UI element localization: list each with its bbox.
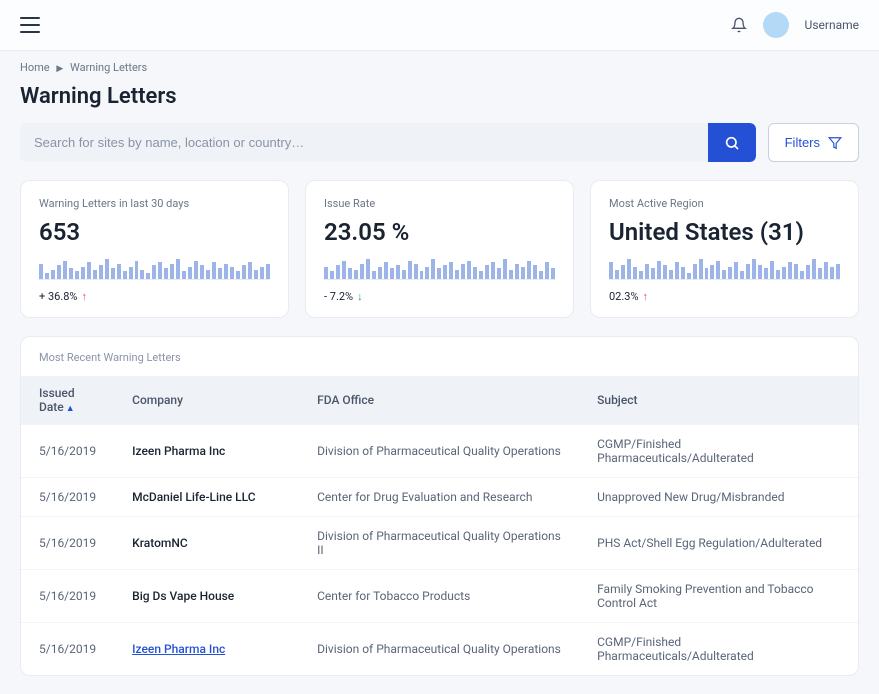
col-subject[interactable]: Subject xyxy=(579,376,858,425)
stat-change: + 36.8% ↑ xyxy=(39,290,270,303)
trend-up-icon: ↑ xyxy=(81,290,87,303)
breadcrumb-home[interactable]: Home xyxy=(20,61,50,74)
table-header-row: Issued Date▲ Company FDA Office Subject xyxy=(21,376,858,425)
sort-icon: ▲ xyxy=(66,404,75,414)
col-issued-date[interactable]: Issued Date▲ xyxy=(21,376,114,425)
cell-office: Center for Tobacco Products xyxy=(299,570,579,623)
table-row: 5/16/2019 McDaniel Life-Line LLC Center … xyxy=(21,478,858,517)
cell-subject: PHS Act/Shell Egg Regulation/Adulterated xyxy=(579,517,858,570)
sparkline-chart xyxy=(609,256,840,280)
avatar[interactable] xyxy=(763,12,789,38)
cell-subject: Family Smoking Prevention and Tobacco Co… xyxy=(579,570,858,623)
cell-company: KratomNC xyxy=(114,517,299,570)
cell-date: 5/16/2019 xyxy=(21,478,114,517)
stat-value: United States (31) xyxy=(609,218,840,246)
top-bar: Username xyxy=(0,0,879,51)
cell-office: Center for Drug Evaluation and Research xyxy=(299,478,579,517)
stat-value: 23.05 % xyxy=(324,218,555,246)
stat-value: 653 xyxy=(39,218,270,246)
cell-subject: CGMP/Finished Pharmaceuticals/Adulterate… xyxy=(579,623,858,676)
cell-date: 5/16/2019 xyxy=(21,570,114,623)
page-title: Warning Letters xyxy=(0,78,879,123)
cell-subject: Unapproved New Drug/Misbranded xyxy=(579,478,858,517)
topbar-right: Username xyxy=(731,12,859,38)
table-card: Most Recent Warning Letters Issued Date▲… xyxy=(20,336,859,676)
table-row: 5/16/2019 Izeen Pharma Inc Division of P… xyxy=(21,623,858,676)
menu-icon[interactable] xyxy=(20,17,40,33)
stats-row: Warning Letters in last 30 days 653 + 36… xyxy=(0,180,879,336)
stat-card: Issue Rate 23.05 % - 7.2% ↓ xyxy=(305,180,574,318)
cell-company: Big Ds Vape House xyxy=(114,570,299,623)
cell-office: Division of Pharmaceutical Quality Opera… xyxy=(299,425,579,478)
bell-icon[interactable] xyxy=(731,17,747,33)
cell-date: 5/16/2019 xyxy=(21,425,114,478)
stat-change: 02.3% ↑ xyxy=(609,290,840,303)
cell-company: Izeen Pharma Inc xyxy=(114,425,299,478)
col-fda-office[interactable]: FDA Office xyxy=(299,376,579,425)
filters-button[interactable]: Filters xyxy=(768,123,859,162)
search-icon xyxy=(724,135,740,151)
search-input[interactable] xyxy=(20,123,708,162)
col-company[interactable]: Company xyxy=(114,376,299,425)
filter-icon xyxy=(828,136,842,150)
cell-date: 5/16/2019 xyxy=(21,623,114,676)
trend-down-icon: ↓ xyxy=(357,290,363,303)
breadcrumb: Home ▶ Warning Letters xyxy=(0,51,879,78)
cell-office: Division of Pharmaceutical Quality Opera… xyxy=(299,623,579,676)
search-button[interactable] xyxy=(708,123,756,162)
breadcrumb-current: Warning Letters xyxy=(70,61,147,74)
filters-label: Filters xyxy=(785,135,820,150)
stat-label: Most Active Region xyxy=(609,197,840,210)
cell-company[interactable]: Izeen Pharma Inc xyxy=(114,623,299,676)
cell-company: McDaniel Life-Line LLC xyxy=(114,478,299,517)
username-label: Username xyxy=(805,18,859,32)
stat-label: Issue Rate xyxy=(324,197,555,210)
table-row: 5/16/2019 Big Ds Vape House Center for T… xyxy=(21,570,858,623)
stat-label: Warning Letters in last 30 days xyxy=(39,197,270,210)
search-row: Filters xyxy=(0,123,879,180)
stat-card: Most Active Region United States (31) 02… xyxy=(590,180,859,318)
trend-up-icon: ↑ xyxy=(643,290,649,303)
stat-card: Warning Letters in last 30 days 653 + 36… xyxy=(20,180,289,318)
search-box xyxy=(20,123,756,162)
warning-letters-table: Issued Date▲ Company FDA Office Subject … xyxy=(21,376,858,675)
stat-change: - 7.2% ↓ xyxy=(324,290,555,303)
cell-office: Division of Pharmaceutical Quality Opera… xyxy=(299,517,579,570)
table-row: 5/16/2019 Izeen Pharma Inc Division of P… xyxy=(21,425,858,478)
cell-date: 5/16/2019 xyxy=(21,517,114,570)
table-row: 5/16/2019 KratomNC Division of Pharmaceu… xyxy=(21,517,858,570)
chevron-right-icon: ▶ xyxy=(56,64,63,74)
sparkline-chart xyxy=(39,256,270,280)
sparkline-chart xyxy=(324,256,555,280)
cell-subject: CGMP/Finished Pharmaceuticals/Adulterate… xyxy=(579,425,858,478)
table-title: Most Recent Warning Letters xyxy=(21,351,858,376)
